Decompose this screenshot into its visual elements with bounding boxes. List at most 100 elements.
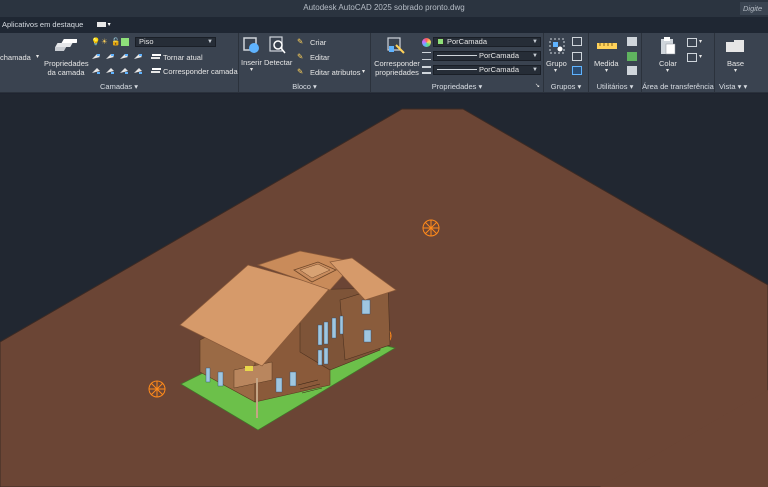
- color-combo-value: PorCamada: [447, 37, 488, 46]
- panel-utilities: Medida ▾ Utilitários ▾: [589, 33, 642, 93]
- chevron-down-icon[interactable]: ▾: [666, 67, 669, 76]
- layer-combo-value: Piso: [139, 37, 154, 46]
- chevron-down-icon: ▾: [737, 82, 742, 91]
- layer-thaw-icon[interactable]: ☀: [101, 37, 108, 46]
- panel-clipboard-title[interactable]: Área de transferência: [642, 82, 714, 91]
- detect-block-icon[interactable]: [269, 36, 287, 56]
- match-layer-button[interactable]: Corresponder camada: [163, 67, 238, 76]
- make-current-icon[interactable]: [150, 52, 161, 62]
- chevron-down-icon: ▼: [532, 67, 538, 73]
- lineweight-combo[interactable]: PorCamada ▼: [433, 65, 541, 75]
- chevron-down-icon: ▼: [532, 39, 538, 45]
- panel-utilities-title[interactable]: Utilitários ▾: [589, 82, 641, 91]
- layer-unlock-icon[interactable]: 🔓: [111, 37, 120, 46]
- panel-properties-title[interactable]: Propriedades ▾: [371, 82, 543, 91]
- layer-combo[interactable]: Piso ▼: [135, 37, 216, 47]
- calculator-icon[interactable]: [627, 66, 637, 75]
- insert-block-icon[interactable]: [243, 36, 261, 56]
- layer-tools-row2-icons[interactable]: [91, 66, 151, 76]
- title-bar: Autodesk AutoCAD 2025 sobrado pronto.dwg…: [0, 0, 768, 17]
- group-icon[interactable]: [549, 38, 567, 56]
- linetype-combo[interactable]: PorCamada ▼: [433, 51, 541, 61]
- color-wheel-icon: [422, 38, 431, 47]
- tab-featured-apps[interactable]: Aplicativos em destaque: [2, 20, 83, 29]
- layer-tools-row1-icons[interactable]: [91, 52, 151, 62]
- panel-block-title[interactable]: Bloco ▾: [239, 82, 370, 91]
- porch-chair: [245, 366, 253, 371]
- edit-attributes-button[interactable]: Editar atributos: [310, 68, 360, 77]
- chevron-down-icon[interactable]: ▾: [699, 38, 702, 47]
- dialog-launcher-icon[interactable]: ↘: [535, 82, 540, 91]
- panel-layers: chamada ▾ Propriedades da camada 💡 ☀ 🔓 P…: [0, 33, 239, 93]
- match-layer-icon[interactable]: [150, 66, 161, 76]
- edit-block-button[interactable]: Editar: [310, 53, 330, 62]
- create-block-button[interactable]: Criar: [310, 38, 326, 47]
- lineweight-preview: [437, 69, 477, 70]
- model-space[interactable]: [0, 94, 768, 487]
- layer-on-icon[interactable]: 💡: [91, 37, 100, 46]
- select-all-icon[interactable]: [627, 52, 637, 61]
- make-current-button[interactable]: Tornar atual: [163, 53, 203, 62]
- panel-view-title[interactable]: Vista ▾ ▾: [719, 82, 768, 91]
- match-properties-line2[interactable]: propriedades: [373, 68, 421, 77]
- chevron-down-icon[interactable]: ▾: [36, 53, 39, 62]
- chevron-down-icon: ▾: [629, 82, 634, 91]
- ucs-marker-1-icon[interactable]: [422, 219, 440, 237]
- color-combo[interactable]: PorCamada ▼: [433, 37, 541, 47]
- chevron-down-icon: ▼: [532, 53, 538, 59]
- chevron-down-icon[interactable]: ▾: [362, 68, 365, 77]
- panel-properties-title-text: Propriedades: [431, 82, 477, 91]
- layer-extents-label[interactable]: chamada: [0, 53, 31, 62]
- tab-overflow-button[interactable]: ▾: [97, 21, 112, 29]
- panel-block-title-text: Bloco: [292, 82, 311, 91]
- chevron-down-icon: ▼: [207, 39, 213, 45]
- drawing-viewport[interactable]: [0, 94, 768, 487]
- panel-layers-title-text: Camadas: [100, 82, 133, 91]
- panel-view-title-text: Vista: [719, 82, 736, 91]
- group-edit-icon[interactable]: [572, 52, 582, 61]
- edit-block-icon[interactable]: ✎: [297, 52, 303, 61]
- layer-color-swatch: [121, 38, 129, 46]
- ucs-marker-2-icon[interactable]: [148, 380, 166, 398]
- cut-icon[interactable]: [687, 38, 697, 47]
- panel-clipboard: Colar ▾ ▾ ▾ Área de transferência: [642, 33, 715, 93]
- ribbon: chamada ▾ Propriedades da camada 💡 ☀ 🔓 P…: [0, 33, 768, 93]
- layer-properties-button-line1[interactable]: Propriedades: [44, 59, 89, 68]
- measure-icon[interactable]: [596, 41, 618, 51]
- ungroup-icon[interactable]: [572, 37, 582, 46]
- panel-groups: Grupo ▾ Grupos ▾: [544, 33, 589, 93]
- panel-layers-title[interactable]: Camadas ▾: [0, 82, 238, 91]
- lineweight-combo-value: PorCamada: [479, 65, 520, 74]
- chevron-down-icon[interactable]: ▾: [554, 67, 557, 76]
- paste-icon[interactable]: [659, 36, 677, 56]
- chevron-down-icon: ▾: [743, 82, 748, 91]
- quick-select-icon[interactable]: [627, 37, 637, 46]
- chevron-down-icon[interactable]: ▾: [605, 67, 608, 76]
- chevron-down-icon: ▾: [134, 82, 138, 91]
- linetype-combo-value: PorCamada: [479, 51, 520, 60]
- chevron-down-icon[interactable]: ▾: [734, 67, 737, 76]
- linetype-preview: [437, 55, 477, 56]
- chevron-down-icon: ▾: [478, 82, 483, 91]
- chevron-down-icon[interactable]: ▾: [250, 66, 253, 75]
- match-properties-icon[interactable]: [386, 36, 406, 56]
- group-selection-icon[interactable]: [572, 66, 582, 75]
- search-input[interactable]: Digite: [740, 2, 768, 15]
- layer-properties-icon[interactable]: [55, 37, 77, 55]
- copy-icon[interactable]: [687, 53, 697, 62]
- panel-view: Base ▾ Vista ▾ ▾: [715, 33, 768, 93]
- chevron-down-icon: ▾: [577, 82, 582, 91]
- layer-properties-button-line2[interactable]: da camada: [44, 68, 88, 77]
- chevron-down-icon[interactable]: ▾: [699, 53, 702, 62]
- base-view-icon[interactable]: [725, 39, 747, 53]
- edit-attributes-icon[interactable]: ✎: [297, 67, 303, 76]
- chevron-down-icon: ▾: [313, 82, 317, 91]
- panel-groups-title[interactable]: Grupos ▾: [544, 82, 588, 91]
- linetype-icon: [422, 52, 431, 60]
- window-title: Autodesk AutoCAD 2025 sobrado pronto.dwg: [303, 3, 465, 12]
- detect-button[interactable]: Detectar: [264, 58, 292, 67]
- create-block-icon[interactable]: ✎: [297, 37, 303, 46]
- panel-groups-title-text: Grupos: [550, 82, 576, 91]
- match-properties-line1[interactable]: Corresponder: [373, 59, 421, 68]
- ribbon-tabs-row: Aplicativos em destaque ▾: [0, 17, 768, 33]
